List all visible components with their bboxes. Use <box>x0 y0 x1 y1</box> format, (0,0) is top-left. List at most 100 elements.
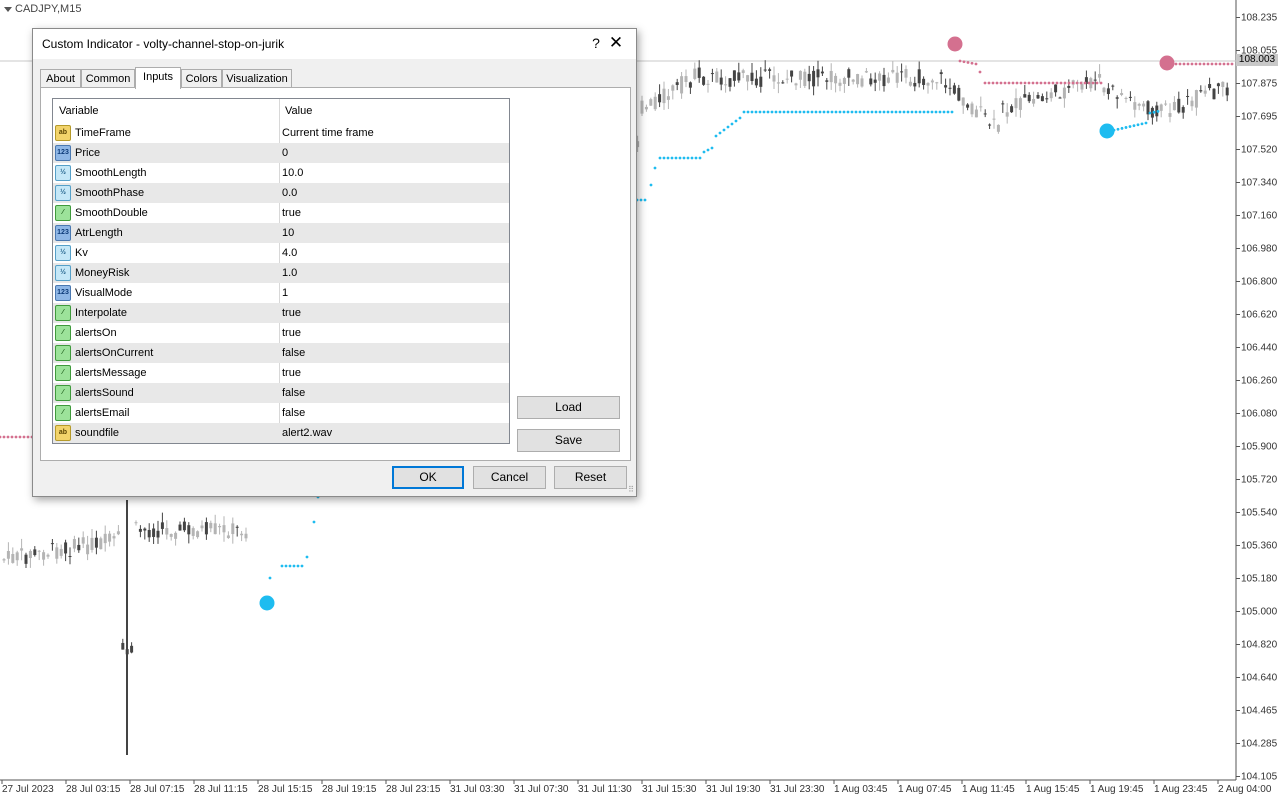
input-value[interactable]: 1 <box>282 287 288 299</box>
tab-common[interactable]: Common <box>81 69 135 88</box>
tab-about[interactable]: About <box>40 69 81 88</box>
up-stop-dot <box>790 110 794 114</box>
input-row-smoothphase[interactable]: ½ SmoothPhase 0.0 <box>53 183 509 203</box>
down-stop-dot <box>991 81 995 85</box>
resize-grip-icon[interactable]: ⠿ <box>628 485 634 494</box>
current-price-tag: 108.003 <box>1236 54 1278 66</box>
collapse-triangle-icon[interactable] <box>4 6 12 12</box>
candle-body <box>90 537 94 550</box>
symbol-label[interactable]: CADJPY,M15 <box>4 3 81 15</box>
up-stop-dot <box>698 156 702 160</box>
input-value[interactable]: true <box>282 327 301 339</box>
input-row-moneyrisk[interactable]: ½ MoneyRisk 1.0 <box>53 263 509 283</box>
candle-body <box>1067 85 1071 88</box>
input-row-alertsmessage[interactable]: ⁄ alertsMessage true <box>53 363 509 383</box>
input-value[interactable]: 0 <box>282 147 288 159</box>
candle-body <box>851 79 855 82</box>
up-stop-dot <box>914 110 918 114</box>
custom-indicator-dialog: Custom Indicator - volty-channel-stop-on… <box>32 28 637 497</box>
string-type-icon: ab <box>55 425 71 441</box>
input-value[interactable]: 0.0 <box>282 187 297 199</box>
down-stop-dot <box>1198 62 1202 66</box>
time-tick-label: 1 Aug 15:45 <box>1026 784 1080 795</box>
tab-inputs[interactable]: Inputs <box>135 67 181 89</box>
input-row-soundfile[interactable]: ab soundfile alert2.wav <box>53 423 509 443</box>
up-stop-dot <box>946 110 950 114</box>
dialog-titlebar[interactable]: Custom Indicator - volty-channel-stop-on… <box>33 29 636 59</box>
down-stop-dot <box>1222 62 1226 66</box>
candle-body <box>653 96 657 110</box>
up-stop-dot <box>838 110 842 114</box>
input-value[interactable]: false <box>282 347 305 359</box>
candle-body <box>1045 98 1049 100</box>
price-tick-label: 107.695 <box>1241 112 1278 123</box>
candle-body <box>1190 100 1194 107</box>
input-row-atrlength[interactable]: 123 AtrLength 10 <box>53 223 509 243</box>
input-value[interactable]: 10.0 <box>282 167 303 179</box>
time-tick-label: 1 Aug 03:45 <box>834 784 888 795</box>
input-value[interactable]: false <box>282 407 305 419</box>
candle-body <box>798 70 802 80</box>
down-stop-dot <box>999 81 1003 85</box>
input-row-price[interactable]: 123 Price 0 <box>53 143 509 163</box>
reset-button[interactable]: Reset <box>554 466 627 489</box>
candle-body <box>244 533 248 539</box>
input-row-visualmode[interactable]: 123 VisualMode 1 <box>53 283 509 303</box>
input-value[interactable]: 10 <box>282 227 294 239</box>
candle-body <box>794 83 798 86</box>
candle-body <box>1216 83 1220 87</box>
up-stop-dot <box>670 156 674 160</box>
candle-body <box>966 104 970 108</box>
candle-body <box>763 69 767 71</box>
column-header-value[interactable]: Value <box>285 105 312 117</box>
candle-body <box>917 69 921 84</box>
up-stop-dot <box>738 116 742 120</box>
down-stop-dot <box>1087 81 1091 85</box>
input-value[interactable]: true <box>282 207 301 219</box>
help-button[interactable]: ? <box>588 35 604 51</box>
input-row-alertsemail[interactable]: ⁄ alertsEmail false <box>53 403 509 423</box>
ok-button[interactable]: OK <box>392 466 464 489</box>
candle-body <box>952 85 956 94</box>
input-row-smoothlength[interactable]: ½ SmoothLength 10.0 <box>53 163 509 183</box>
input-row-smoothdouble[interactable]: ⁄ SmoothDouble true <box>53 203 509 223</box>
input-value[interactable]: Current time frame <box>282 127 374 139</box>
up-stop-dot <box>842 110 846 114</box>
input-row-interpolate[interactable]: ⁄ Interpolate true <box>53 303 509 323</box>
double-type-icon: ½ <box>55 245 71 261</box>
load-button[interactable]: Load <box>517 396 620 419</box>
bool-type-icon: ⁄ <box>55 405 71 421</box>
inputs-grid[interactable]: Variable Value ab TimeFrame Current time f… <box>52 98 510 444</box>
up-stop-dot <box>305 555 309 559</box>
candle-body <box>710 73 714 75</box>
candle-body <box>33 549 37 556</box>
input-row-alertson[interactable]: ⁄ alertsOn true <box>53 323 509 343</box>
input-value[interactable]: 4.0 <box>282 247 297 259</box>
input-value[interactable]: 1.0 <box>282 267 297 279</box>
input-variable-name: SmoothDouble <box>75 207 148 219</box>
candle-body <box>1111 85 1115 87</box>
cancel-button[interactable]: Cancel <box>473 466 546 489</box>
candle-body <box>1172 101 1176 111</box>
save-button[interactable]: Save <box>517 429 620 452</box>
candle-body <box>77 544 81 551</box>
up-stop-dot <box>906 110 910 114</box>
input-value[interactable]: true <box>282 367 301 379</box>
tab-visualization[interactable]: Visualization <box>222 69 292 88</box>
tab-colors[interactable]: Colors <box>181 69 222 88</box>
input-row-alertsoncurrent[interactable]: ⁄ alertsOnCurrent false <box>53 343 509 363</box>
candle-body <box>772 75 776 82</box>
input-value[interactable]: alert2.wav <box>282 427 332 439</box>
time-tick-label: 28 Jul 07:15 <box>130 784 185 795</box>
close-icon[interactable]: ✕ <box>606 33 626 53</box>
price-tick-label: 104.285 <box>1241 739 1278 750</box>
input-row-timeframe[interactable]: ab TimeFrame Current time frame <box>53 123 509 143</box>
input-row-kv[interactable]: ½ Kv 4.0 <box>53 243 509 263</box>
input-row-alertssound[interactable]: ⁄ alertsSound false <box>53 383 509 403</box>
candle-body <box>178 524 182 531</box>
column-header-variable[interactable]: Variable <box>59 105 99 117</box>
input-value[interactable]: true <box>282 307 301 319</box>
down-stop-dot <box>1047 81 1051 85</box>
input-value[interactable]: false <box>282 387 305 399</box>
up-stop-dot <box>802 110 806 114</box>
